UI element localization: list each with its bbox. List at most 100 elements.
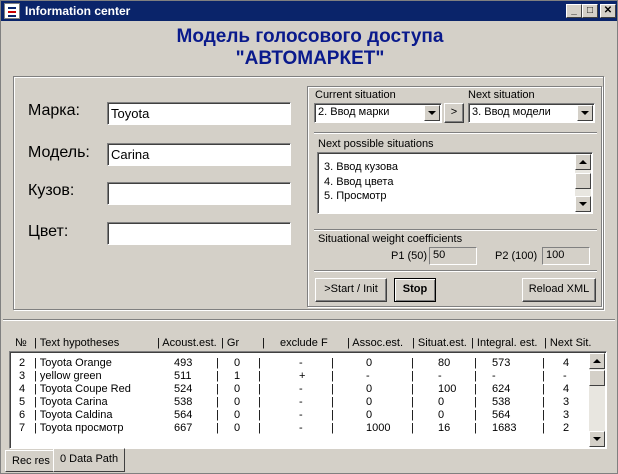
reload-xml-button[interactable]: Reload XML — [522, 278, 596, 302]
minimize-button[interactable]: _ — [566, 4, 582, 18]
table-cell: - — [299, 409, 303, 421]
table-cell: 0 — [366, 357, 373, 369]
body-field[interactable] — [107, 182, 291, 205]
table-cell: 4 — [563, 383, 570, 395]
scroll-down-icon[interactable] — [575, 196, 591, 212]
table-cell: | — [542, 409, 545, 421]
table-cell: 5 — [19, 396, 26, 408]
table-cell: 1683 — [492, 422, 517, 434]
scroll-down-icon[interactable] — [589, 431, 605, 447]
current-situation-label: Current situation — [315, 89, 396, 101]
column-header: | Assoc.est. — [347, 337, 404, 349]
table-cell: 0 — [234, 396, 241, 408]
column-header: exclude F — [280, 337, 328, 349]
table-cell: | — [474, 396, 477, 408]
list-item[interactable]: 4. Ввод цвета — [324, 176, 393, 188]
scroll-thumb[interactable] — [589, 370, 605, 386]
possible-situations-label: Next possible situations — [318, 138, 434, 150]
title-bar[interactable]: Information center _ □ ✕ — [1, 1, 617, 21]
table-cell: 80 — [438, 357, 451, 369]
next-situation-select[interactable]: 3. Ввод модели — [468, 103, 595, 123]
table-cell: | Toyota Caldina — [34, 409, 113, 421]
table-cell: | — [331, 396, 334, 408]
table-cell: 0 — [234, 383, 241, 395]
table-cell: 3 — [19, 370, 26, 382]
column-header: | Text hypotheses — [34, 337, 120, 349]
main-window: Information center _ □ ✕ Модель голосово… — [0, 0, 618, 474]
tab-rec-res[interactable]: Rec res — [5, 450, 57, 472]
heading-line-2: "АВТОМАРКЕТ" — [235, 48, 385, 69]
table-cell: | — [411, 409, 414, 421]
table-cell: 538 — [492, 396, 511, 408]
start-init-button[interactable]: >Start / Init — [315, 278, 387, 302]
p2-label: P2 (100) — [495, 250, 538, 262]
brand-field[interactable]: Toyota — [107, 102, 291, 125]
maximize-button[interactable]: □ — [582, 4, 598, 18]
table-cell: | — [542, 383, 545, 395]
table-cell: | — [331, 370, 334, 382]
p1-label: P1 (50) — [391, 250, 428, 262]
table-cell: - — [492, 370, 496, 382]
scroll-up-icon[interactable] — [575, 154, 591, 170]
table-cell: 1000 — [366, 422, 391, 434]
table-cell: | — [411, 396, 414, 408]
table-cell: 524 — [174, 383, 193, 395]
table-cell: - — [299, 357, 303, 369]
table-cell: | — [542, 396, 545, 408]
scrollbar[interactable] — [589, 353, 605, 447]
stop-button[interactable]: Stop — [394, 278, 436, 302]
column-header: | Integral. est. — [471, 337, 538, 349]
table-cell: - — [299, 422, 303, 434]
table-cell: 0 — [438, 396, 445, 408]
next-situation-value: 3. Ввод модели — [472, 106, 551, 118]
column-header: № — [15, 337, 27, 349]
scroll-thumb[interactable] — [575, 173, 591, 189]
table-cell: 1 — [234, 370, 241, 382]
table-cell: - — [299, 396, 303, 408]
table-cell: | — [331, 409, 334, 421]
table-cell: | — [216, 383, 219, 395]
current-situation-select[interactable]: 2. Ввод марки — [314, 103, 442, 123]
close-button[interactable]: ✕ — [600, 4, 616, 18]
table-cell: 573 — [492, 357, 511, 369]
table-cell: | Toyota просмотр — [34, 422, 124, 434]
list-item[interactable]: 5. Просмотр — [324, 190, 386, 202]
table-cell: 16 — [438, 422, 451, 434]
color-field[interactable] — [107, 222, 291, 245]
table-cell: 0 — [366, 409, 373, 421]
color-label: Цвет: — [28, 223, 69, 240]
scrollbar[interactable] — [575, 154, 591, 212]
table-cell: | — [216, 422, 219, 434]
next-situation-button[interactable]: > — [444, 103, 464, 123]
table-cell: - — [366, 370, 370, 382]
table-cell: | — [331, 383, 334, 395]
table-cell: | — [216, 370, 219, 382]
next-situation-label: Next situation — [468, 89, 535, 101]
table-cell: 4 — [19, 383, 26, 395]
list-item[interactable]: 3. Ввод кузова — [324, 161, 398, 173]
column-header: | Gr — [221, 337, 240, 349]
table-cell: 0 — [234, 409, 241, 421]
column-header: | Acoust.est. — [157, 337, 217, 349]
model-label: Модель: — [28, 144, 90, 161]
tab-data-path[interactable]: 0 Data Path — [53, 448, 126, 472]
table-cell: | — [331, 357, 334, 369]
chevron-down-icon[interactable] — [424, 105, 440, 121]
p1-value: 50 — [429, 247, 477, 265]
table-cell: 3 — [563, 409, 570, 421]
table-cell: | — [216, 396, 219, 408]
scroll-up-icon[interactable] — [589, 353, 605, 369]
table-cell: 0 — [438, 409, 445, 421]
table-cell: | — [474, 357, 477, 369]
divider — [314, 132, 597, 134]
table-cell: 538 — [174, 396, 193, 408]
model-field[interactable]: Carina — [107, 143, 291, 166]
divider — [314, 270, 597, 272]
table-cell: 3 — [563, 396, 570, 408]
table-cell: | — [411, 422, 414, 434]
possible-situations-list[interactable]: 3. Ввод кузова 4. Ввод цвета 5. Просмотр — [317, 152, 593, 214]
chevron-down-icon[interactable] — [577, 105, 593, 121]
table-cell: | — [258, 370, 261, 382]
table-cell: 667 — [174, 422, 193, 434]
table-cell: | — [411, 383, 414, 395]
